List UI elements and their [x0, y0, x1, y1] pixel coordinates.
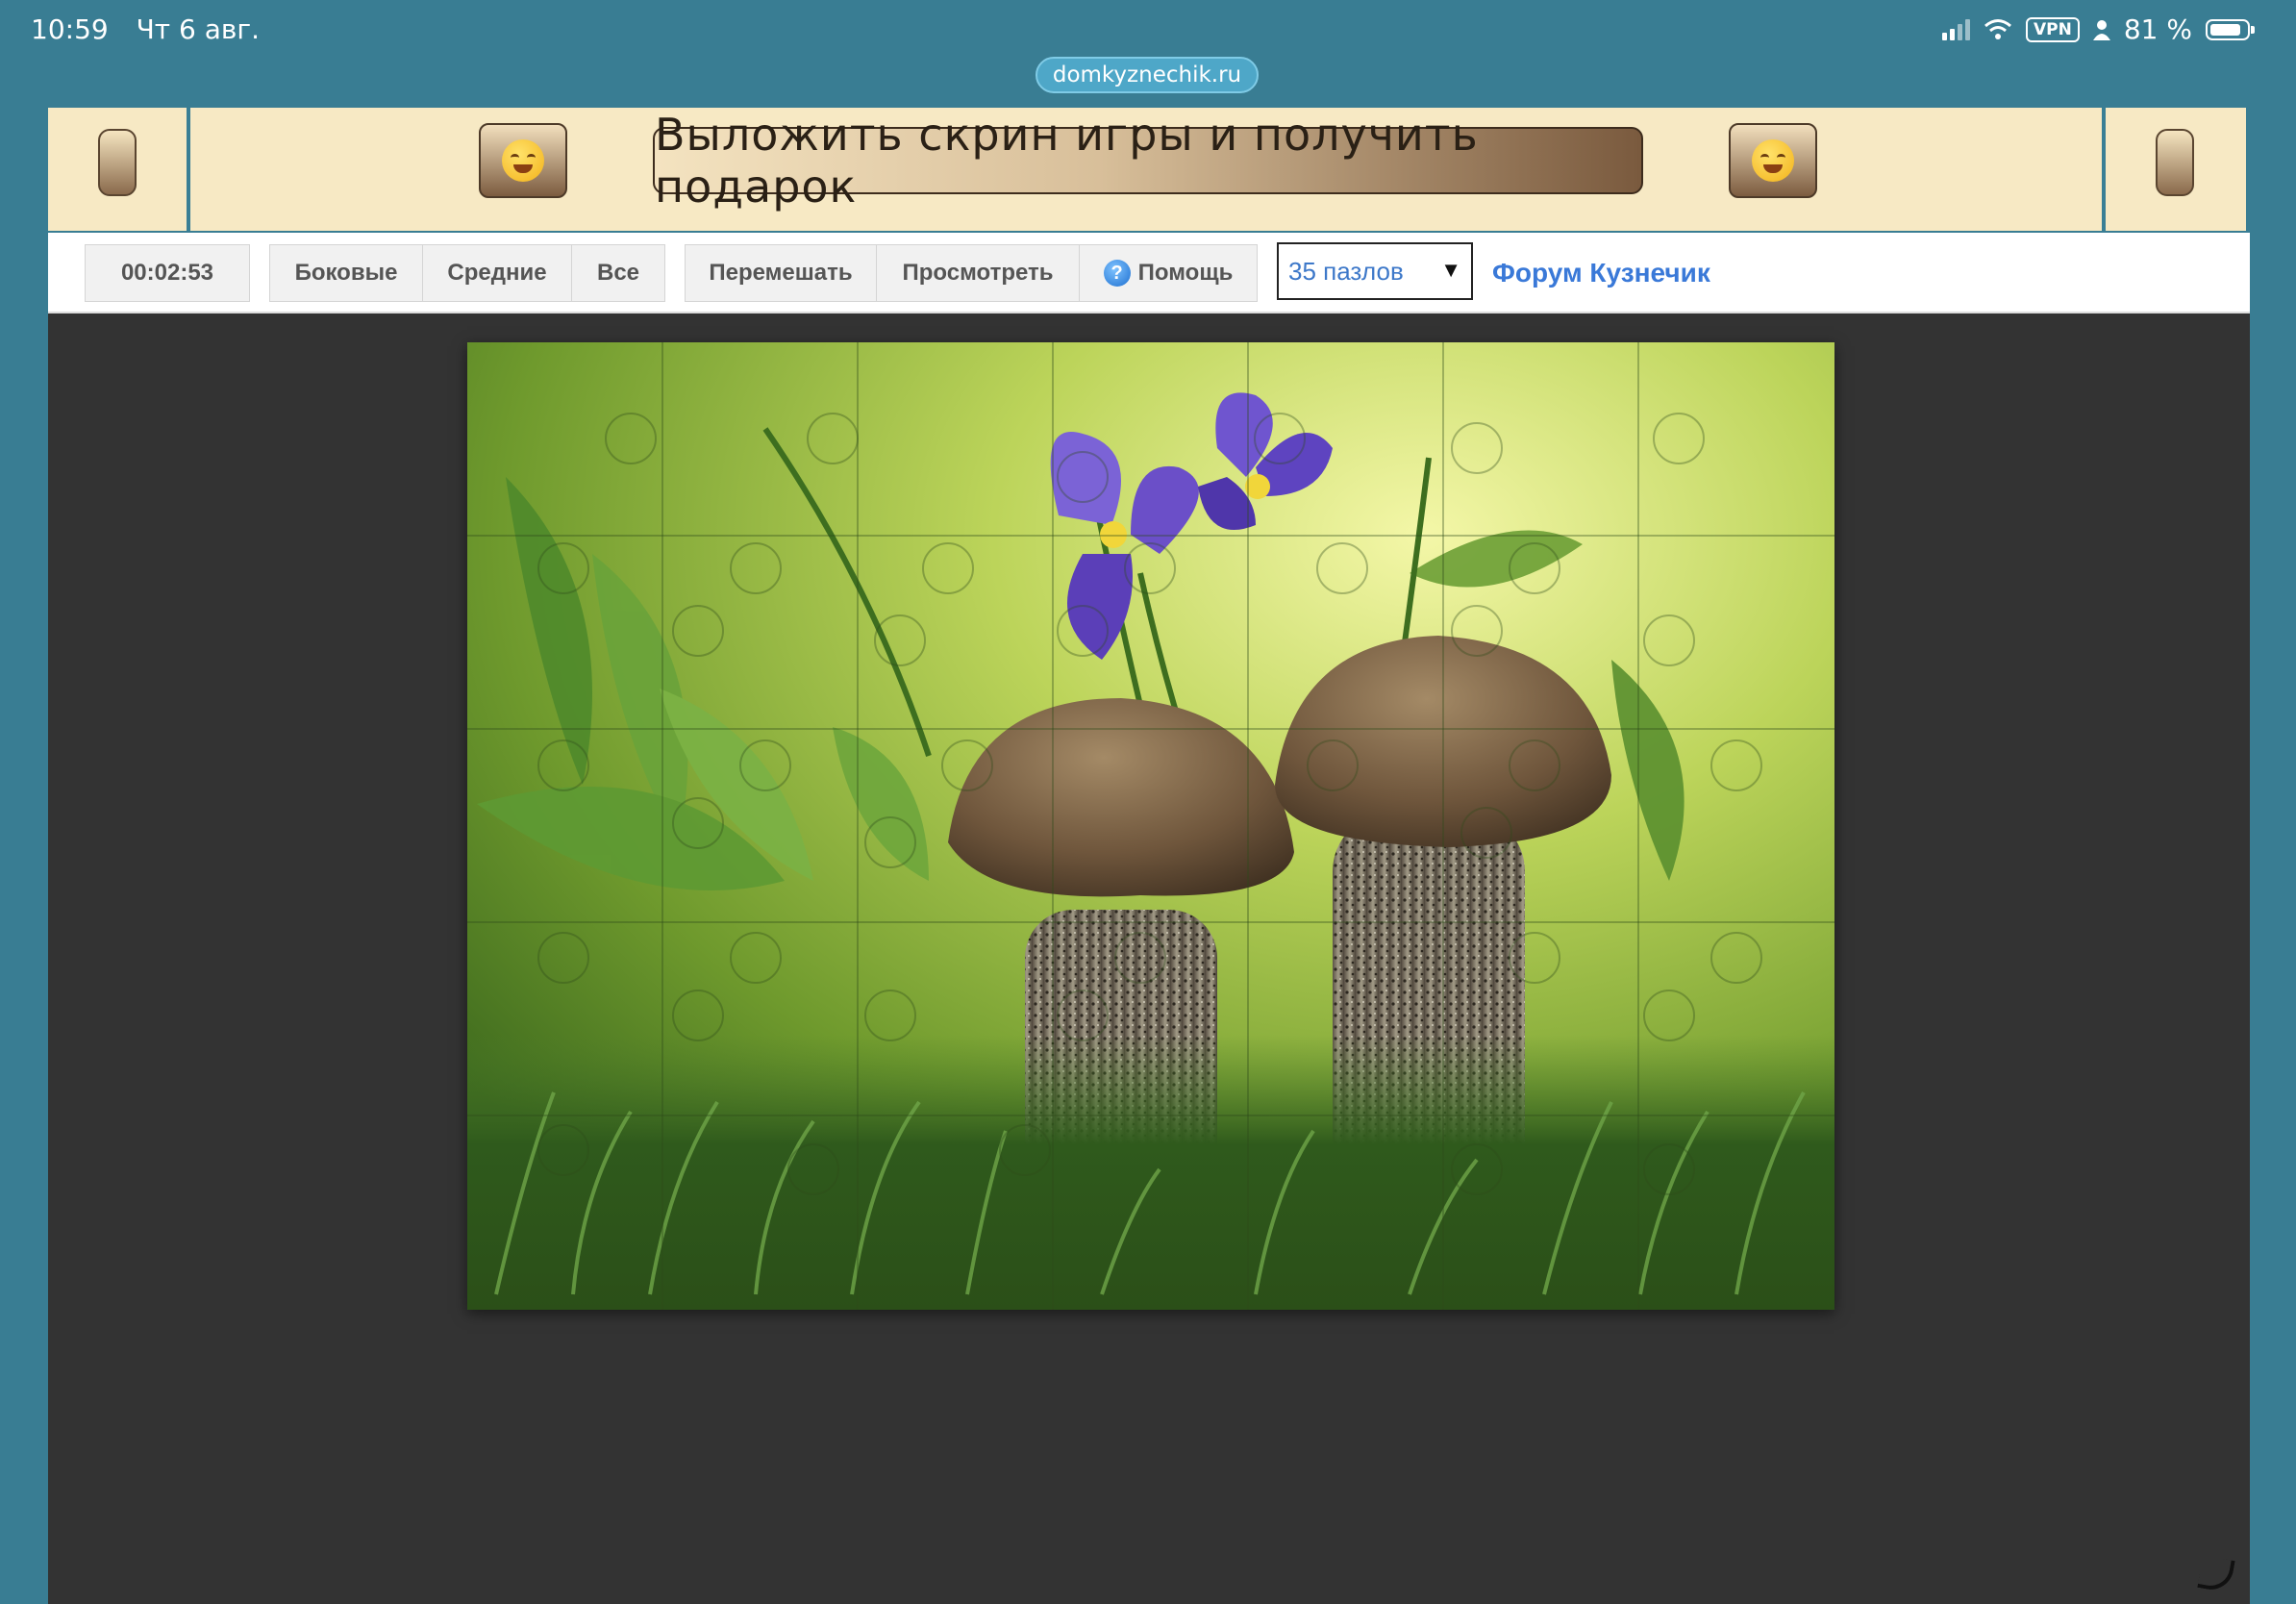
forum-link[interactable]: Форум Кузнечик [1492, 258, 1710, 288]
battery-icon [2206, 18, 2255, 40]
hugging-face-icon [502, 139, 544, 182]
banner-knob-left [98, 129, 137, 196]
status-time: 10:59 [31, 13, 109, 45]
preview-button[interactable]: Просмотреть [876, 244, 1080, 302]
help-button[interactable]: ? Помощь [1079, 244, 1258, 302]
cellular-signal-icon [1942, 18, 1971, 40]
puzzle-image[interactable] [467, 342, 1834, 1310]
banner-knob-right [2156, 129, 2194, 196]
resize-handle-icon[interactable] [2197, 1555, 2235, 1593]
emoji-button-right[interactable] [1729, 123, 1817, 198]
promo-banner: Выложить скрин игры и получить подарок [48, 108, 2246, 231]
piece-count-value: 35 пазлов [1288, 256, 1404, 286]
help-icon: ? [1103, 260, 1131, 287]
wifi-icon [1984, 18, 2011, 39]
banner-divider-left [187, 108, 190, 231]
game-toolbar: 00:02:53 Боковые Средние Все Перемешать … [48, 233, 2250, 313]
battery-percent: 81 % [2123, 13, 2192, 45]
hugging-face-icon [1752, 139, 1794, 182]
status-date: Чт 6 авг. [136, 13, 261, 45]
emoji-button-left[interactable] [479, 123, 567, 198]
filter-middle-button[interactable]: Средние [422, 244, 572, 302]
banner-divider-right [2102, 108, 2106, 231]
promo-button[interactable]: Выложить скрин игры и получить подарок [653, 109, 1643, 213]
status-bar: 10:59 Чт 6 авг. VPN 81 % [0, 0, 2296, 62]
filter-all-button[interactable]: Все [571, 244, 665, 302]
filter-side-button[interactable]: Боковые [269, 244, 423, 302]
piece-count-select[interactable]: 35 пазлов ▼ [1277, 242, 1473, 300]
person-icon [2092, 19, 2110, 40]
url-bar[interactable]: domkyznechik.ru [1036, 57, 1259, 93]
vpn-badge: VPN [2026, 16, 2080, 42]
timer-display: 00:02:53 [85, 244, 250, 302]
dropdown-arrow-icon: ▼ [1440, 258, 1461, 282]
puzzle-picture [467, 342, 1834, 1310]
shuffle-button[interactable]: Перемешать [685, 244, 877, 302]
help-label: Помощь [1137, 260, 1234, 286]
